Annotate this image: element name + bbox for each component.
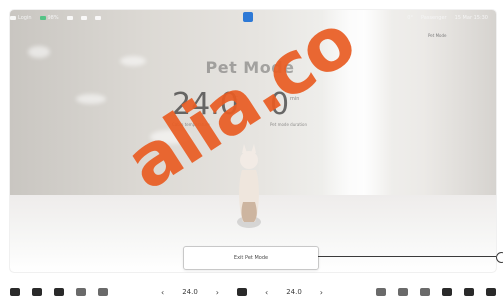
status-item-wifi	[94, 16, 101, 20]
pet-mode-screen: Login 98% 0° Passenger 15 Mar 15:30 Pet …	[0, 0, 503, 302]
user-icon	[10, 16, 16, 20]
phone-icon-right[interactable]	[376, 288, 386, 296]
app-logo-icon	[243, 12, 253, 22]
chevron-right-icon-2[interactable]: ›	[320, 288, 323, 297]
status-item-bluetooth	[66, 16, 73, 20]
temperature-label: Cabin temperature	[172, 122, 210, 127]
status-right: 0° Passenger 15 Mar 15:30	[407, 15, 488, 21]
lock-icon	[80, 16, 87, 20]
timer-block: 0 min Pet mode duration	[270, 87, 308, 128]
apps-icon[interactable]	[464, 288, 474, 296]
seat-icon[interactable]	[76, 288, 86, 296]
dock-center: ‹ 24.0 › ‹ 24.0 ›	[161, 288, 323, 297]
callout-line	[318, 256, 496, 257]
wifi-icon	[94, 16, 101, 20]
status-weather: 0°	[407, 15, 413, 21]
media-icon[interactable]	[54, 288, 64, 296]
window-light	[322, 10, 392, 210]
timer-unit: min	[290, 96, 300, 102]
car-icon[interactable]	[10, 288, 20, 296]
pet-icon	[237, 144, 261, 228]
bokeh-1	[28, 46, 50, 58]
battery-icon	[39, 16, 46, 20]
status-item-login[interactable]: Login	[10, 15, 32, 21]
seat-heating-icon[interactable]	[237, 288, 247, 296]
right-temperature[interactable]: 24.0	[286, 288, 302, 296]
climate-icon[interactable]	[420, 288, 430, 296]
exit-pet-mode-button[interactable]: Exit Pet Mode	[183, 246, 319, 270]
camera-icon[interactable]	[32, 288, 42, 296]
temperature-block: 24.0 °C Cabin temperature	[172, 87, 239, 128]
phone-icon[interactable]	[98, 288, 108, 296]
scene-background	[10, 10, 496, 272]
subtitle-right: Pet Mode	[428, 33, 447, 38]
status-bar: Login 98% 0° Passenger 15 Mar 15:30	[10, 10, 496, 26]
temperature-value: 24.0	[172, 87, 239, 122]
chevron-left-icon-2[interactable]: ‹	[265, 288, 268, 297]
left-temperature[interactable]: 24.0	[182, 288, 198, 296]
status-login-label: Login	[18, 15, 32, 21]
status-time: 15 Mar 15:30	[454, 15, 488, 21]
bokeh-2	[76, 94, 106, 104]
music-icon[interactable]	[442, 288, 452, 296]
bokeh-3	[120, 56, 146, 66]
fan-icon[interactable]	[398, 288, 408, 296]
status-profile[interactable]: Passenger	[421, 15, 447, 21]
bottom-dock: ‹ 24.0 › ‹ 24.0 ›	[10, 283, 496, 301]
callout-endpoint-icon	[496, 252, 503, 263]
bluetooth-icon	[66, 16, 73, 20]
dock-right	[376, 288, 496, 296]
dock-left	[10, 288, 108, 296]
chevron-left-icon[interactable]: ‹	[161, 288, 164, 297]
timer-value: 0	[270, 87, 290, 122]
page-title: Pet Mode	[205, 58, 295, 77]
timer-label: Pet mode duration	[270, 122, 308, 127]
status-item-lock	[80, 16, 87, 20]
status-item-battery: 98%	[39, 15, 59, 21]
temperature-unit: °C	[232, 96, 238, 102]
chevron-right-icon[interactable]: ›	[216, 288, 219, 297]
volume-icon[interactable]	[486, 288, 496, 296]
status-battery-label: 98%	[47, 15, 59, 21]
bokeh-4	[150, 130, 190, 144]
